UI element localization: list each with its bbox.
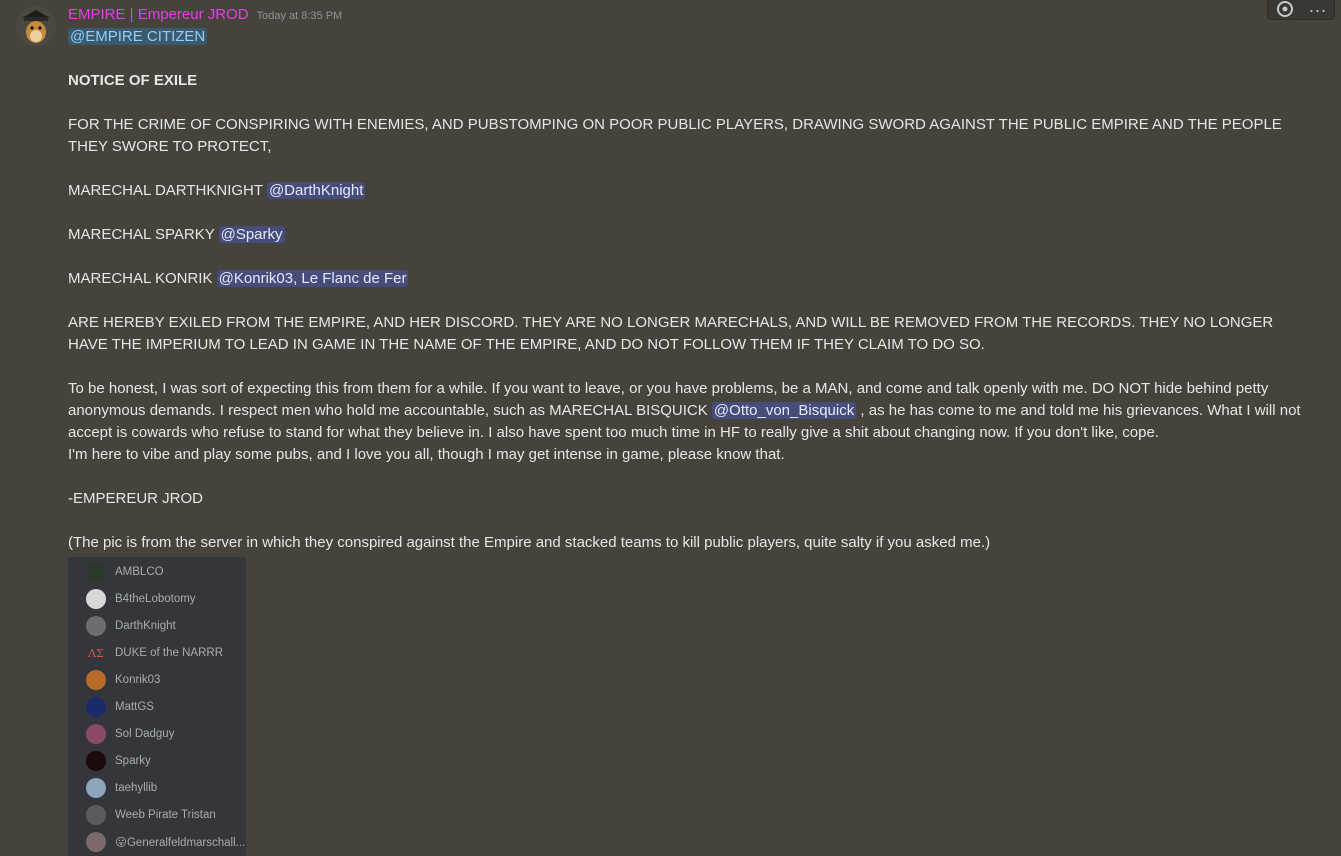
- member-avatar: [86, 832, 106, 852]
- exile-text: MARECHAL SPARKY: [68, 226, 215, 243]
- member-avatar: [86, 724, 106, 744]
- exile-text: MARECHAL KONRIK: [68, 270, 213, 287]
- member-name: DarthKnight: [115, 620, 176, 632]
- member-avatar: [86, 670, 106, 690]
- author-avatar[interactable]: [16, 6, 56, 46]
- author-username[interactable]: EMPIRE | Empereur JROD: [68, 6, 249, 23]
- member-list-item: AMBLCO: [86, 561, 164, 583]
- member-avatar: ΛΣ: [88, 646, 104, 660]
- member-name: taehyllib: [115, 782, 158, 794]
- exile-text: MARECHAL DARTHKNIGHT: [68, 182, 263, 199]
- member-list-item: Sparky: [86, 750, 151, 772]
- member-name: DUKE of the NARRR: [115, 647, 224, 659]
- verdict-text: ARE HEREBY EXILED FROM THE EMPIRE, AND H…: [68, 314, 1274, 353]
- chat-message: ··· EMPIRE | Empereur JROD Today at 8:35…: [0, 0, 1341, 856]
- exile-line: MARECHAL KONRIK @Konrik03, Le Flanc de F…: [68, 268, 1308, 290]
- more-icon[interactable]: ···: [1309, 1, 1327, 19]
- member-avatar: [86, 778, 106, 798]
- member-name: 😛Generalfeldmarschall...: [115, 837, 246, 849]
- add-reaction-icon[interactable]: [1276, 0, 1294, 21]
- member-avatar: [86, 562, 106, 582]
- notice-title: NOTICE OF EXILE: [68, 72, 198, 89]
- image-attachment[interactable]: AMBLCO B4theLobotomy DarthKnight ΛΣ DUKE of …: [68, 557, 246, 856]
- member-name: Sol Dadguy: [115, 728, 175, 740]
- user-mention[interactable]: @Otto_von_Bisquick: [711, 402, 857, 419]
- member-name: MattGS: [115, 701, 154, 713]
- member-list-item: B4theLobotomy: [86, 588, 196, 610]
- exile-line: MARECHAL SPARKY @Sparky: [68, 224, 1308, 246]
- message-timestamp: Today at 8:35 PM: [256, 10, 343, 22]
- message-header: EMPIRE | Empereur JROD Today at 8:35 PM: [68, 6, 342, 26]
- user-mention[interactable]: @Konrik03, Le Flanc de Fer: [216, 270, 409, 287]
- member-name: Konrik03: [115, 674, 161, 686]
- member-list-item: taehyllib: [86, 777, 157, 799]
- member-name: AMBLCO: [115, 566, 164, 578]
- author-avatar-image: [16, 6, 56, 46]
- honest-paragraph: To be honest, I was sort of expecting th…: [68, 378, 1308, 444]
- member-name: B4theLobotomy: [115, 593, 196, 605]
- member-avatar: [86, 751, 106, 771]
- user-mention[interactable]: @Sparky: [218, 226, 285, 243]
- crime-text: FOR THE CRIME OF CONSPIRING WITH ENEMIES…: [68, 116, 1282, 155]
- member-list-item: Konrik03: [86, 669, 160, 691]
- member-name: Sparky: [115, 755, 151, 767]
- member-avatar: [86, 805, 106, 825]
- member-list-item: MattGS: [86, 696, 154, 718]
- member-list-item: Weeb Pirate Tristan: [86, 804, 216, 826]
- message-content: @EMPIRE CITIZEN NOTICE OF EXILE FOR THE …: [68, 26, 1308, 554]
- member-list-item: Sol Dadguy: [86, 723, 174, 745]
- user-mention[interactable]: @DarthKnight: [266, 182, 366, 199]
- signature-text: -EMPEREUR JROD: [68, 490, 204, 507]
- exile-line: MARECHAL DARTHKNIGHT @DarthKnight: [68, 180, 1308, 202]
- member-list-item: 😛Generalfeldmarschall...: [86, 831, 245, 853]
- member-avatar: [86, 589, 106, 609]
- member-name: Weeb Pirate Tristan: [115, 809, 216, 821]
- role-mention[interactable]: @EMPIRE CITIZEN: [68, 28, 208, 45]
- pic-note-text: (The pic is from the server in which the…: [68, 534, 991, 551]
- member-list-item: ΛΣ DUKE of the NARRR: [86, 642, 223, 664]
- member-avatar: [86, 616, 106, 636]
- member-list-item: DarthKnight: [86, 615, 176, 637]
- member-avatar: [86, 697, 106, 717]
- message-hover-toolbar: ···: [1267, 0, 1335, 20]
- vibe-text: I'm here to vibe and play some pubs, and…: [68, 446, 785, 463]
